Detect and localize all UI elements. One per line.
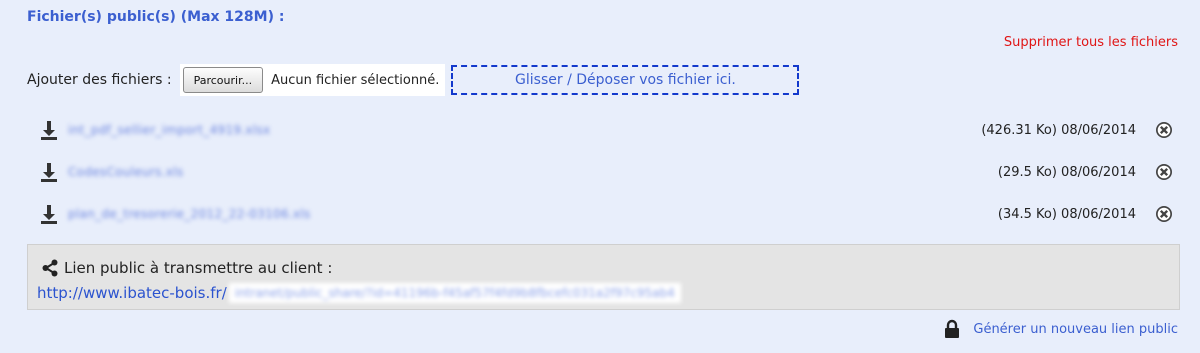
file-name-link[interactable]: CodesCouleurs.xls xyxy=(68,165,183,179)
file-meta: (426.31 Ko) 08/06/2014 xyxy=(981,122,1136,138)
section-title: Fichier(s) public(s) (Max 128M) : xyxy=(27,9,285,25)
browse-button[interactable]: Parcourir... xyxy=(182,67,264,93)
download-icon[interactable] xyxy=(38,203,60,225)
upload-label: Ajouter des fichiers : xyxy=(27,72,172,88)
delete-circle-icon[interactable] xyxy=(1154,204,1174,224)
upload-row: Ajouter des fichiers : Parcourir... Aucu… xyxy=(27,63,800,97)
public-link-url-token[interactable]: intranet/public_share/?id=41196b-f45af57… xyxy=(228,283,681,303)
delete-all-files-link[interactable]: Supprimer tous les fichiers xyxy=(1004,35,1178,50)
file-row: CodesCouleurs.xls (29.5 Ko) 08/06/2014 xyxy=(38,159,1174,185)
public-link-heading: Lien public à transmettre au client : xyxy=(40,258,332,278)
download-icon[interactable] xyxy=(38,119,60,141)
drop-zone-label: Glisser / Déposer vos fichier ici. xyxy=(515,72,736,88)
public-link-url-prefix[interactable]: http://www.ibatec-bois.fr/ xyxy=(37,284,227,302)
delete-circle-icon[interactable] xyxy=(1154,120,1174,140)
share-icon xyxy=(42,259,58,277)
delete-circle-icon[interactable] xyxy=(1154,162,1174,182)
public-link-url[interactable]: http://www.ibatec-bois.fr/ intranet/publ… xyxy=(37,283,681,303)
generate-new-link-label[interactable]: Générer un nouveau lien public xyxy=(973,322,1178,337)
file-row: int_pdf_sellier_import_4919.xlsx (426.31… xyxy=(38,117,1174,143)
file-row: plan_de_tresorerie_2012_22-03106.xls (34… xyxy=(38,201,1174,227)
public-link-title: Lien public à transmettre au client : xyxy=(64,259,333,277)
file-name-link[interactable]: plan_de_tresorerie_2012_22-03106.xls xyxy=(68,207,311,221)
file-meta: (29.5 Ko) 08/06/2014 xyxy=(997,164,1136,180)
drop-zone[interactable]: Glisser / Déposer vos fichier ici. xyxy=(451,65,800,95)
public-link-box: Lien public à transmettre au client : ht… xyxy=(27,244,1180,310)
file-input[interactable]: Parcourir... Aucun fichier sélectionné. xyxy=(179,64,446,96)
lock-icon xyxy=(945,319,960,338)
file-meta: (34.5 Ko) 08/06/2014 xyxy=(997,206,1136,222)
generate-new-link[interactable]: Générer un nouveau lien public xyxy=(943,319,1178,339)
download-icon[interactable] xyxy=(38,161,60,183)
no-file-selected-text: Aucun fichier sélectionné. xyxy=(271,72,440,88)
file-name-link[interactable]: int_pdf_sellier_import_4919.xlsx xyxy=(68,123,270,137)
